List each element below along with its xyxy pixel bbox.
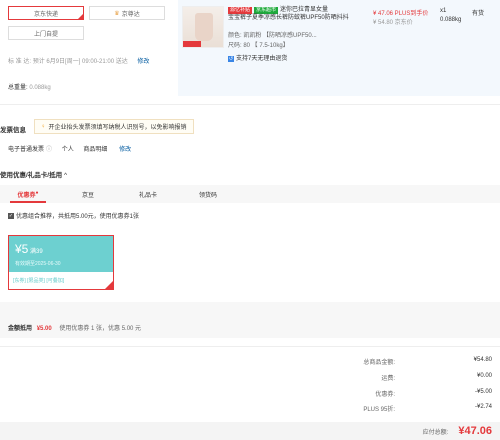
payable-amount: ¥47.06 — [458, 425, 492, 437]
supermarket-badge: 京东超市 — [254, 7, 279, 14]
invoice-person: 个人 — [61, 147, 74, 153]
weight-value: 0.088kg — [29, 85, 51, 91]
product-title[interactable]: 源亿补贴 京东超市 迷你巴拉青显女量 宝宝裤子夏季凉感长裤防蚊裤UPF50防晒抖抖 — [228, 6, 353, 22]
payable-line: 应付总额: ¥47.06 — [300, 425, 492, 437]
delivery-modify-link[interactable]: 修改 — [137, 59, 149, 65]
summary-label: 总商品金额: — [363, 360, 395, 366]
weight-line: 总重量: 0.088kg — [8, 82, 51, 91]
product-price: ¥ 47.06 PLUS到手价 — [373, 11, 429, 17]
discount-detail: 使用优惠券 1 张，优惠 5.00 元 — [59, 326, 142, 332]
info-icon: ⓘ — [46, 147, 53, 153]
section-divider — [0, 104, 500, 105]
product-thumbnail-shape — [195, 13, 213, 41]
summary-value: -¥2.74 — [474, 404, 492, 410]
summary-row-total-goods: 总商品金额: ¥54.80 — [300, 357, 492, 366]
return-icon: ↺ — [228, 56, 234, 62]
subsidy-badge: 源亿补贴 — [228, 7, 253, 14]
coupon-tags: [东券] [限品类] [可叠加] — [13, 278, 65, 284]
delivery-option-pickup[interactable]: 上门自提 — [8, 26, 84, 40]
product-qty: x1 — [440, 8, 447, 14]
selected-corner-icon — [78, 14, 83, 19]
product-size: 尺码: 80 【 7.5-10kg】 — [228, 43, 289, 49]
invoice-type: 电子普通发票 — [8, 147, 45, 153]
tab-coupons-label: 优惠券 — [17, 193, 36, 199]
invoice-hint-text: 开企业抬头发票须填写纳税人识别号，以免影响报销 — [48, 125, 187, 131]
tab-coupons-underline — [10, 201, 46, 203]
delivery-option-express-label: 京尊达 — [121, 11, 140, 18]
lightbulb-icon: ♀ — [41, 123, 46, 130]
summary-row-coupon: 优惠券: -¥5.00 — [300, 389, 492, 398]
return-note: ↺ 支持7天无理由退货 — [228, 53, 287, 62]
summary-value: ¥54.80 — [473, 357, 492, 363]
payable-label: 应付总额: — [422, 429, 449, 436]
discount-label: 金额抵用 — [8, 326, 33, 332]
checkbox-checked-icon[interactable]: ✓ — [8, 212, 14, 219]
summary-row-plus-discount: PLUS 95折: -¥2.74 — [300, 404, 492, 413]
standard-delivery-label: 标 准 达: — [8, 59, 32, 65]
summary-label: 优惠券: — [375, 392, 395, 398]
standard-delivery-line: 标 准 达: 预计 6月9日[周一] 09:00-21:00 送达 修改 — [8, 56, 149, 65]
delivery-option-jd[interactable]: 京东快递 — [8, 6, 84, 20]
summary-label: PLUS 95折: — [363, 407, 395, 413]
coupon-expire: 有效期至2025-06-30 — [15, 261, 61, 267]
summary-value: -¥5.00 — [474, 389, 492, 395]
discount-amount: ¥5.00 — [36, 326, 52, 332]
invoice-content: 商品明细 — [83, 147, 108, 153]
summary-divider — [0, 346, 500, 347]
coupon-selected-corner-icon — [105, 281, 113, 289]
standard-delivery-time: 预计 6月9日[周一] 09:00-21:00 送达 — [32, 59, 128, 65]
return-note-text: 支持7天无理由退货 — [236, 56, 288, 62]
summary-value: ¥0.00 — [476, 373, 492, 379]
product-title-line-1: 迷你巴拉青显女量 — [280, 7, 329, 13]
crown-icon: ♛ — [114, 10, 120, 17]
coupon-amount-line: ¥5 满39 — [15, 242, 43, 256]
tab-coupons-dot: ● — [35, 190, 39, 196]
tab-coupons[interactable]: 优惠券● — [10, 190, 46, 199]
product-weight: 0.088kg — [440, 17, 462, 23]
delivery-option-express[interactable]: ♛ 京尊达 — [89, 6, 165, 20]
product-orig-price: ¥ 54.80 京东价 — [373, 20, 413, 26]
coupon-section-title-text: 使用优惠/礼品卡/抵用 — [0, 172, 63, 179]
invoice-hint: ♀ 开企业抬头发票须填写纳税人识别号，以免影响报销 — [34, 119, 194, 134]
discount-line: 金额抵用 ¥5.00 使用优惠券 1 张，优惠 5.00 元 — [8, 323, 141, 332]
recommend-text: 优惠组合推荐，共抵用5.00元，使用优惠券1张 — [16, 214, 140, 220]
weight-label: 总重量: — [8, 85, 28, 91]
coupon-section-title[interactable]: 使用优惠/礼品卡/抵用 ^ — [0, 169, 67, 179]
tab-pickup-code[interactable]: 领货码 — [190, 190, 226, 199]
coupon-bottom-area — [0, 302, 500, 316]
coupon-condition: 满39 — [30, 249, 43, 255]
invoice-title: 发票信息 — [0, 127, 26, 134]
coupon-amount: ¥5 — [15, 242, 29, 256]
collapse-caret-icon: ^ — [63, 172, 67, 179]
delivery-option-pickup-label: 上门自提 — [33, 31, 58, 38]
invoice-detail-line: 电子普通发票 ⓘ 个人 商品明细 修改 — [8, 144, 131, 153]
coupon-card[interactable]: ¥5 满39 有效期至2025-06-30 [东券] [限品类] [可叠加] — [8, 235, 114, 290]
recommend-line[interactable]: ✓ 优惠组合推荐，共抵用5.00元，使用优惠券1张 — [8, 211, 139, 220]
invoice-modify-link[interactable]: 修改 — [119, 147, 131, 153]
product-stock: 有货 — [472, 11, 485, 17]
product-thumbnail[interactable] — [182, 6, 224, 48]
summary-row-shipping: 运费: ¥0.00 — [300, 373, 492, 382]
delivery-option-jd-label: 京东快递 — [33, 11, 58, 18]
tab-jingdou[interactable]: 京豆 — [70, 190, 106, 199]
tab-gift-card[interactable]: 礼品卡 — [130, 190, 166, 199]
product-title-line-2: 宝宝裤子夏季凉感长裤防蚊裤UPF50防晒抖抖 — [228, 15, 349, 21]
product-thumbnail-badge — [183, 41, 201, 47]
product-color: 颜色: 凯凯粉 【防晒凉感UPF50... — [228, 33, 317, 39]
summary-label: 运费: — [381, 376, 395, 382]
